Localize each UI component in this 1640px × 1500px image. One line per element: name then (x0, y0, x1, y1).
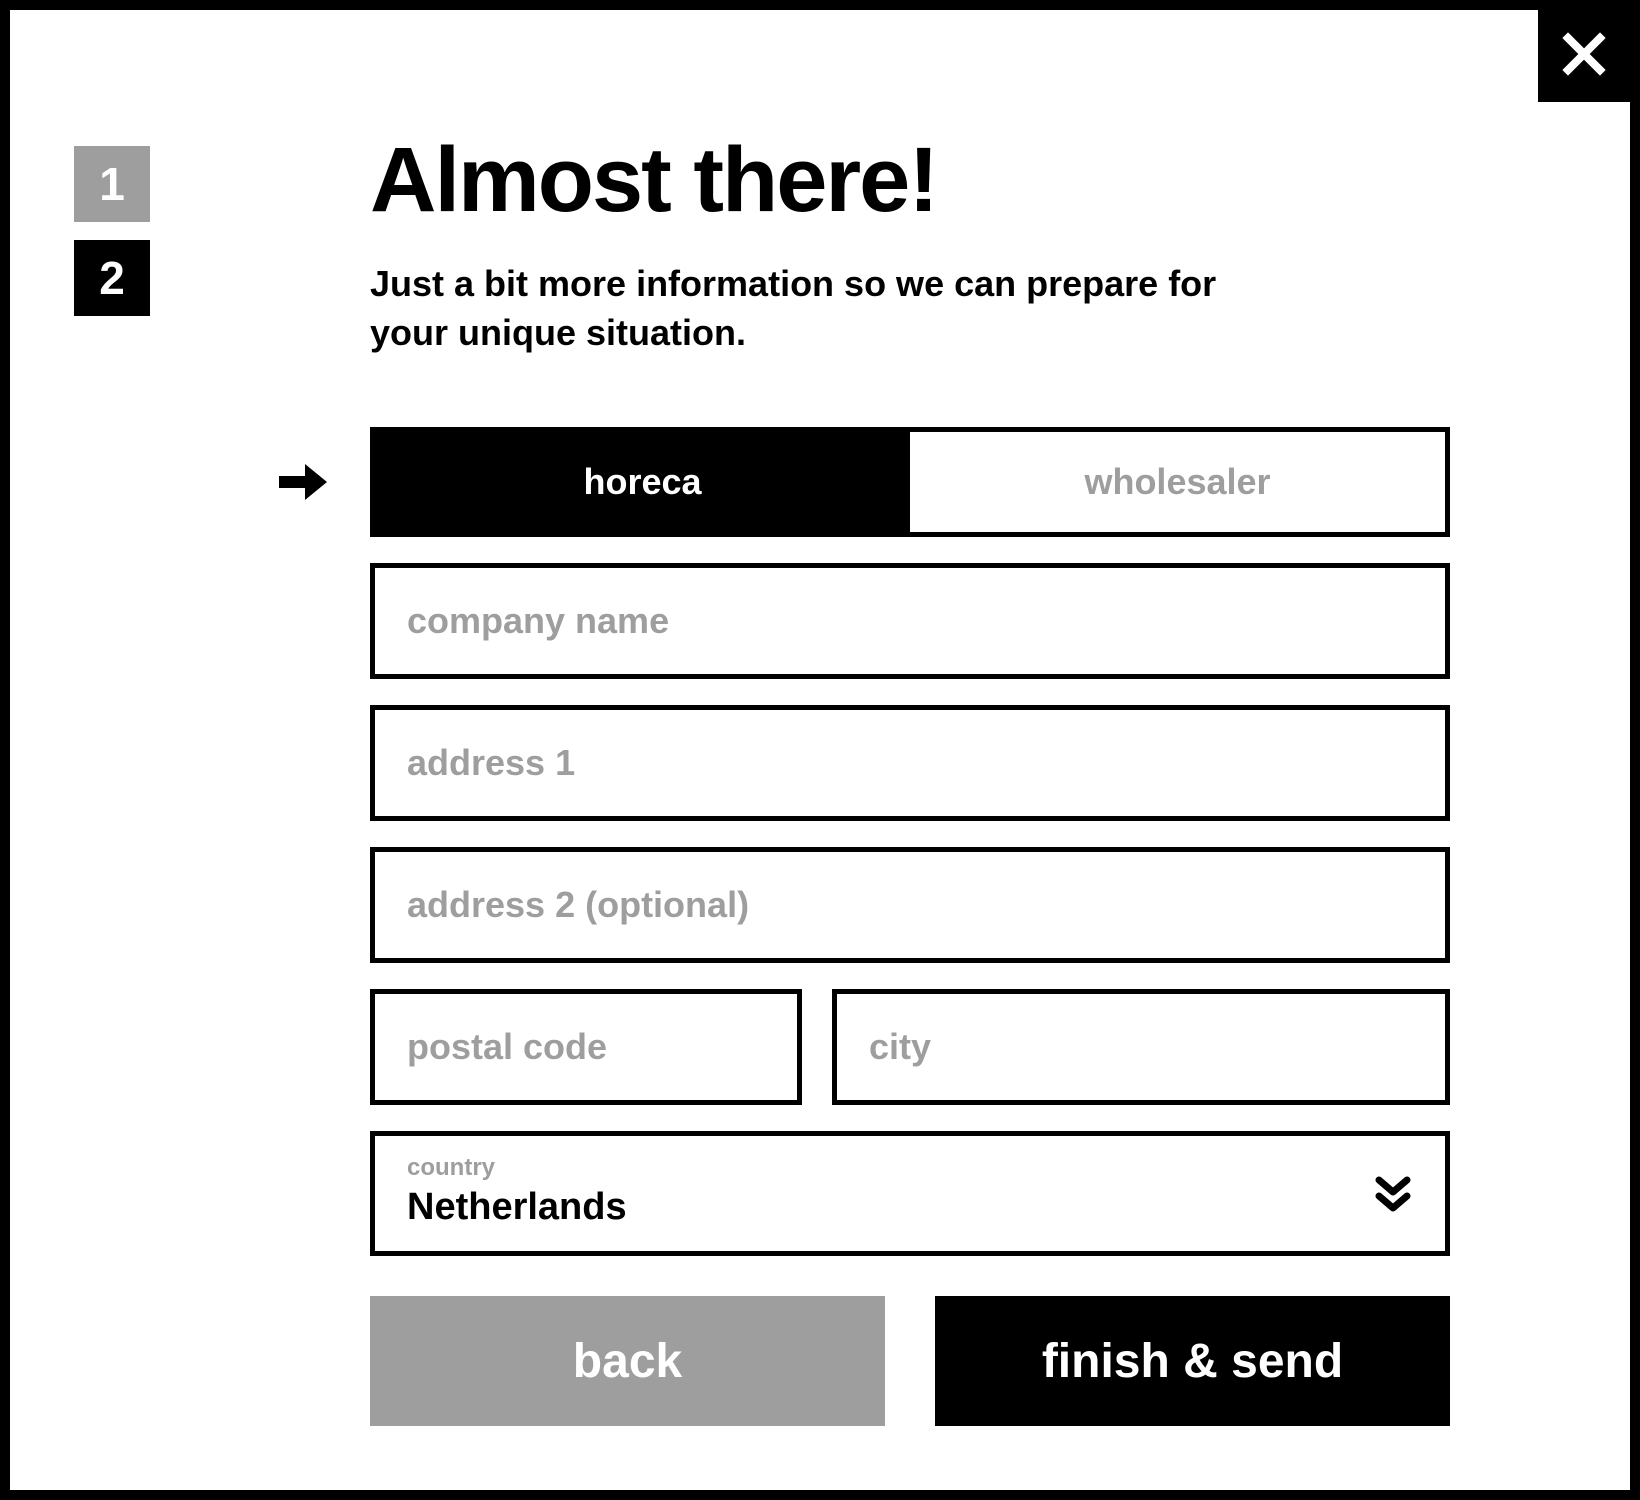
country-select[interactable]: country Netherlands (370, 1131, 1450, 1256)
country-select-value: Netherlands (407, 1186, 1413, 1229)
form-content: Almost there! Just a bit more informatio… (370, 134, 1450, 1426)
step-1[interactable]: 1 (74, 146, 150, 222)
city-field-wrapper (832, 989, 1450, 1105)
address2-field-wrapper (370, 847, 1450, 963)
company-name-field-wrapper (370, 563, 1450, 679)
back-button[interactable]: back (370, 1296, 885, 1426)
chevron-double-down-icon (1375, 1174, 1411, 1214)
company-name-field[interactable] (375, 568, 1445, 674)
address1-field-wrapper (370, 705, 1450, 821)
postal-code-field[interactable] (375, 994, 797, 1100)
address2-field[interactable] (375, 852, 1445, 958)
page-subtitle: Just a bit more information so we can pr… (370, 260, 1270, 357)
postal-city-row (370, 989, 1450, 1105)
country-select-label: country (407, 1154, 1413, 1182)
page-title: Almost there! (370, 134, 1450, 226)
close-button[interactable] (1538, 10, 1630, 102)
city-field[interactable] (837, 994, 1445, 1100)
arrow-right-icon (275, 454, 331, 510)
finish-send-button[interactable]: finish & send (935, 1296, 1450, 1426)
tab-horeca[interactable]: horeca (375, 432, 910, 532)
modal-frame: 1 2 Almost there! Just a bit more inform… (0, 0, 1640, 1500)
step-indicator: 1 2 (74, 146, 150, 316)
button-row: back finish & send (370, 1296, 1450, 1426)
tab-wholesaler[interactable]: wholesaler (910, 432, 1445, 532)
address1-field[interactable] (375, 710, 1445, 816)
customer-type-tabs: horeca wholesaler (370, 427, 1450, 537)
close-icon (1562, 32, 1606, 81)
postal-code-field-wrapper (370, 989, 802, 1105)
step-2[interactable]: 2 (74, 240, 150, 316)
